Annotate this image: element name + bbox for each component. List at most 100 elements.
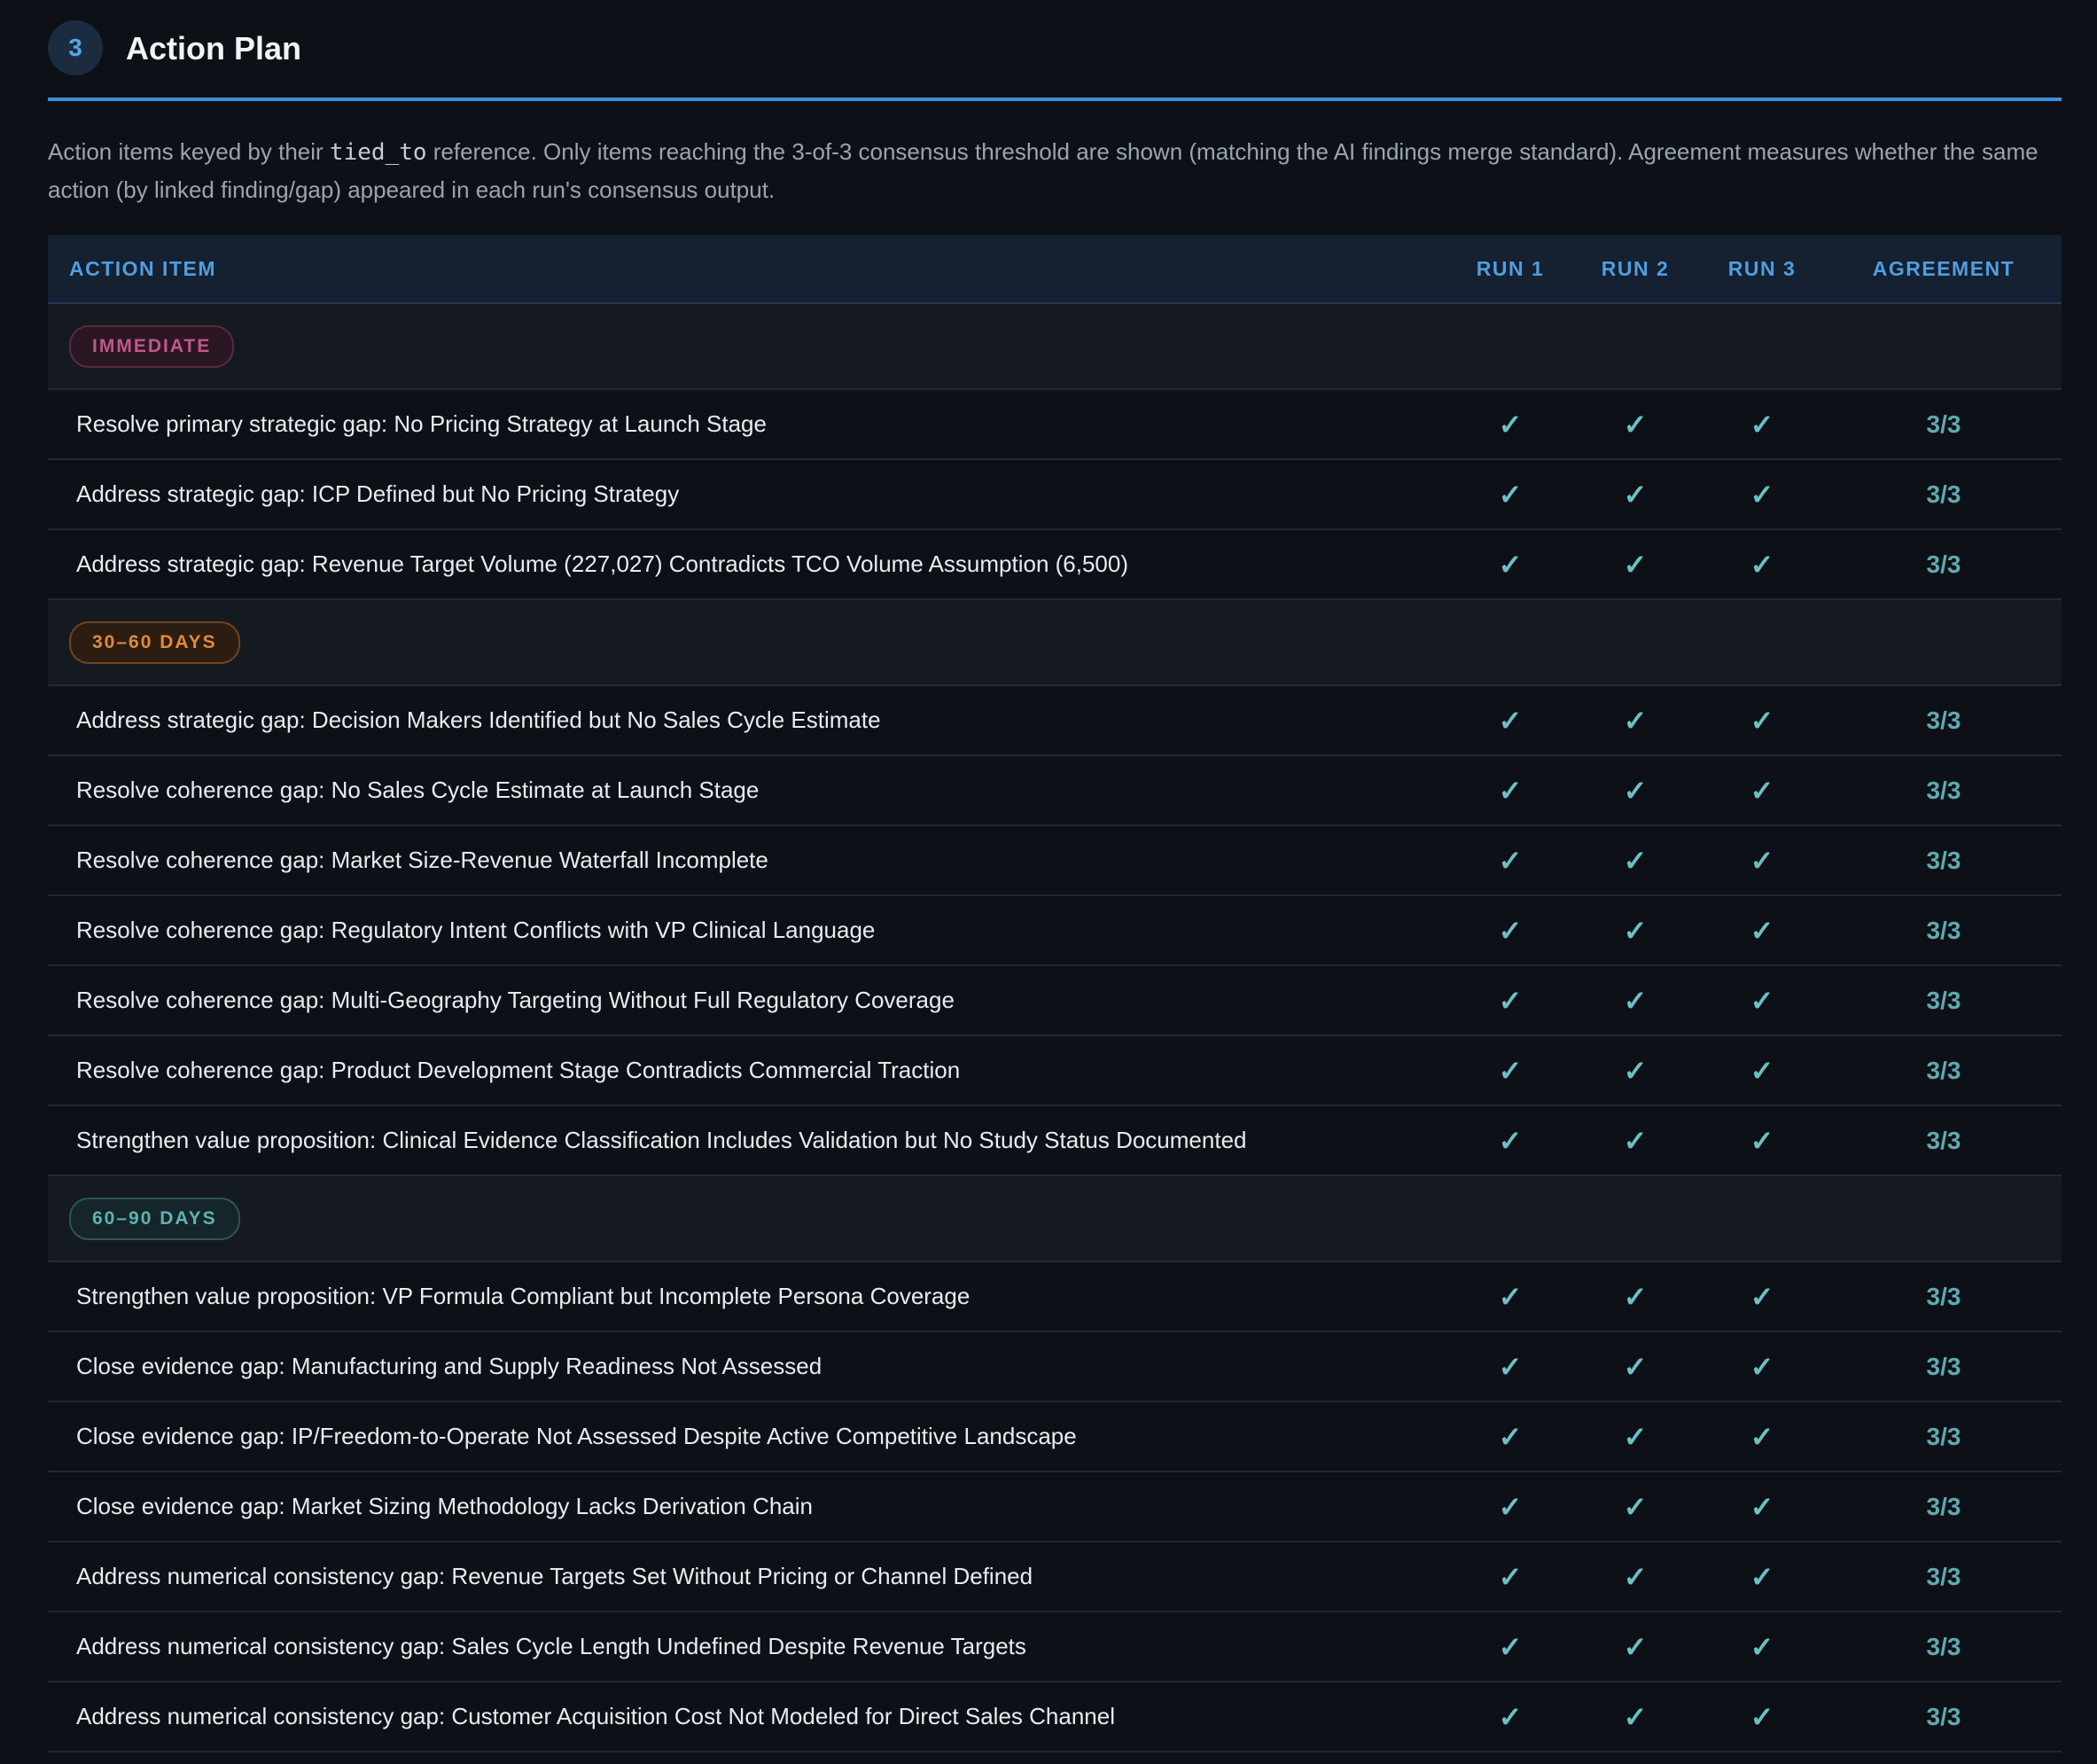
agreement-value: 3/3: [1826, 529, 2062, 600]
table-row: Close evidence gap: Market Sizing Method…: [48, 1471, 2062, 1542]
run-2-check-icon: ✓: [1572, 389, 1698, 460]
priority-badge: IMMEDIATE: [69, 324, 235, 368]
run-2-check-icon: ✓: [1572, 1035, 1698, 1106]
run-2-check-icon: ✓: [1572, 895, 1698, 966]
agreement-value: 3/3: [1826, 965, 2062, 1036]
table-row: Address numerical consistency gap: Custo…: [48, 1682, 2062, 1752]
run-1-check-icon: ✓: [1448, 965, 1572, 1036]
agreement-value: 3/3: [1826, 1542, 2062, 1612]
run-2-check-icon: ✓: [1572, 1331, 1698, 1402]
table-row: Address strategic gap: ICP Defined but N…: [48, 459, 2062, 530]
description-text-pre: Action items keyed by their: [48, 138, 330, 165]
run-3-check-icon: ✓: [1698, 529, 1826, 600]
run-1-check-icon: ✓: [1448, 755, 1572, 826]
header-agreement: AGREEMENT: [1826, 235, 2062, 304]
run-3-check-icon: ✓: [1698, 1612, 1826, 1682]
run-3-check-icon: ✓: [1698, 1105, 1826, 1176]
run-1-check-icon: ✓: [1448, 389, 1572, 460]
run-2-check-icon: ✓: [1572, 1471, 1698, 1542]
agreement-value: 3/3: [1826, 755, 2062, 826]
run-1-check-icon: ✓: [1448, 1035, 1572, 1106]
run-3-check-icon: ✓: [1698, 459, 1826, 530]
agreement-value: 3/3: [1826, 1401, 2062, 1472]
action-item-label: Resolve coherence gap: Regulatory Intent…: [48, 895, 1448, 966]
agreement-value: 3/3: [1826, 389, 2062, 460]
run-1-check-icon: ✓: [1448, 895, 1572, 966]
run-2-check-icon: ✓: [1572, 459, 1698, 530]
table-row: Close evidence gap: Manufacturing and Su…: [48, 1331, 2062, 1402]
run-1-check-icon: ✓: [1448, 459, 1572, 530]
action-item-label: Resolve coherence gap: No Sales Cycle Es…: [48, 755, 1448, 826]
table-row: Address numerical consistency gap: Sales…: [48, 1612, 2062, 1682]
run-2-check-icon: ✓: [1572, 529, 1698, 600]
run-1-check-icon: ✓: [1448, 1331, 1572, 1402]
action-item-label: Address numerical consistency gap: Reven…: [48, 1542, 1448, 1612]
group-cell: 60–90 DAYS: [48, 1175, 2062, 1262]
section-title: Action Plan: [126, 30, 302, 66]
run-2-check-icon: ✓: [1572, 1401, 1698, 1472]
action-item-label: Address strategic gap: Decision Makers I…: [48, 685, 1448, 756]
run-3-check-icon: ✓: [1698, 825, 1826, 896]
run-1-check-icon: ✓: [1448, 1471, 1572, 1542]
action-item-label: Resolve primary strategic gap: No Pricin…: [48, 389, 1448, 460]
action-plan-section: 3 Action Plan Action items keyed by thei…: [48, 0, 2062, 1752]
agreement-value: 3/3: [1826, 1261, 2062, 1332]
agreement-value: 3/3: [1826, 1471, 2062, 1542]
action-item-label: Close evidence gap: Manufacturing and Su…: [48, 1331, 1448, 1402]
run-2-check-icon: ✓: [1572, 1682, 1698, 1752]
run-3-check-icon: ✓: [1698, 1682, 1826, 1752]
header-run-1: RUN 1: [1448, 235, 1572, 304]
table-row: Address strategic gap: Revenue Target Vo…: [48, 529, 2062, 600]
agreement-value: 3/3: [1826, 1612, 2062, 1682]
agreement-value: 3/3: [1826, 459, 2062, 530]
run-3-check-icon: ✓: [1698, 895, 1826, 966]
table-row: Resolve coherence gap: Product Developme…: [48, 1035, 2062, 1106]
section-description: Action items keyed by their tied_to refe…: [48, 133, 2051, 208]
run-1-check-icon: ✓: [1448, 1401, 1572, 1472]
group-row: 30–60 DAYS: [48, 599, 2062, 686]
agreement-value: 3/3: [1826, 685, 2062, 756]
action-item-label: Resolve coherence gap: Product Developme…: [48, 1035, 1448, 1106]
group-cell: 30–60 DAYS: [48, 599, 2062, 686]
table-row: Resolve primary strategic gap: No Pricin…: [48, 389, 2062, 460]
run-3-check-icon: ✓: [1698, 1261, 1826, 1332]
run-1-check-icon: ✓: [1448, 1682, 1572, 1752]
run-3-check-icon: ✓: [1698, 1035, 1826, 1106]
run-2-check-icon: ✓: [1572, 755, 1698, 826]
table-row: Resolve coherence gap: No Sales Cycle Es…: [48, 755, 2062, 826]
run-3-check-icon: ✓: [1698, 755, 1826, 826]
group-cell: IMMEDIATE: [48, 303, 2062, 390]
run-1-check-icon: ✓: [1448, 1612, 1572, 1682]
run-2-check-icon: ✓: [1572, 685, 1698, 756]
group-row: 60–90 DAYS: [48, 1175, 2062, 1262]
agreement-value: 3/3: [1826, 895, 2062, 966]
agreement-value: 3/3: [1826, 1331, 2062, 1402]
header-run-2: RUN 2: [1572, 235, 1698, 304]
run-2-check-icon: ✓: [1572, 965, 1698, 1036]
section-header: 3 Action Plan: [48, 0, 2062, 101]
run-3-check-icon: ✓: [1698, 389, 1826, 460]
action-item-label: Address numerical consistency gap: Sales…: [48, 1612, 1448, 1682]
table-header-row: ACTION ITEM RUN 1 RUN 2 RUN 3 AGREEMENT: [48, 235, 2062, 304]
priority-badge: 60–90 DAYS: [69, 1197, 240, 1240]
header-action-item: ACTION ITEM: [48, 235, 1448, 304]
action-item-label: Strengthen value proposition: VP Formula…: [48, 1261, 1448, 1332]
tied-to-code: tied_to: [329, 139, 427, 166]
run-3-check-icon: ✓: [1698, 1331, 1826, 1402]
run-1-check-icon: ✓: [1448, 529, 1572, 600]
run-1-check-icon: ✓: [1448, 825, 1572, 896]
run-3-check-icon: ✓: [1698, 1401, 1826, 1472]
action-plan-table: ACTION ITEM RUN 1 RUN 2 RUN 3 AGREEMENT …: [48, 235, 2062, 1752]
run-3-check-icon: ✓: [1698, 1471, 1826, 1542]
priority-badge: 30–60 DAYS: [69, 621, 240, 664]
run-3-check-icon: ✓: [1698, 1542, 1826, 1612]
run-3-check-icon: ✓: [1698, 965, 1826, 1036]
agreement-value: 3/3: [1826, 1105, 2062, 1176]
action-item-label: Address strategic gap: ICP Defined but N…: [48, 459, 1448, 530]
run-2-check-icon: ✓: [1572, 1105, 1698, 1176]
action-item-label: Address strategic gap: Revenue Target Vo…: [48, 529, 1448, 600]
agreement-value: 3/3: [1826, 1035, 2062, 1106]
header-run-3: RUN 3: [1698, 235, 1826, 304]
group-row: IMMEDIATE: [48, 303, 2062, 390]
table-row: Resolve coherence gap: Market Size-Reven…: [48, 825, 2062, 896]
